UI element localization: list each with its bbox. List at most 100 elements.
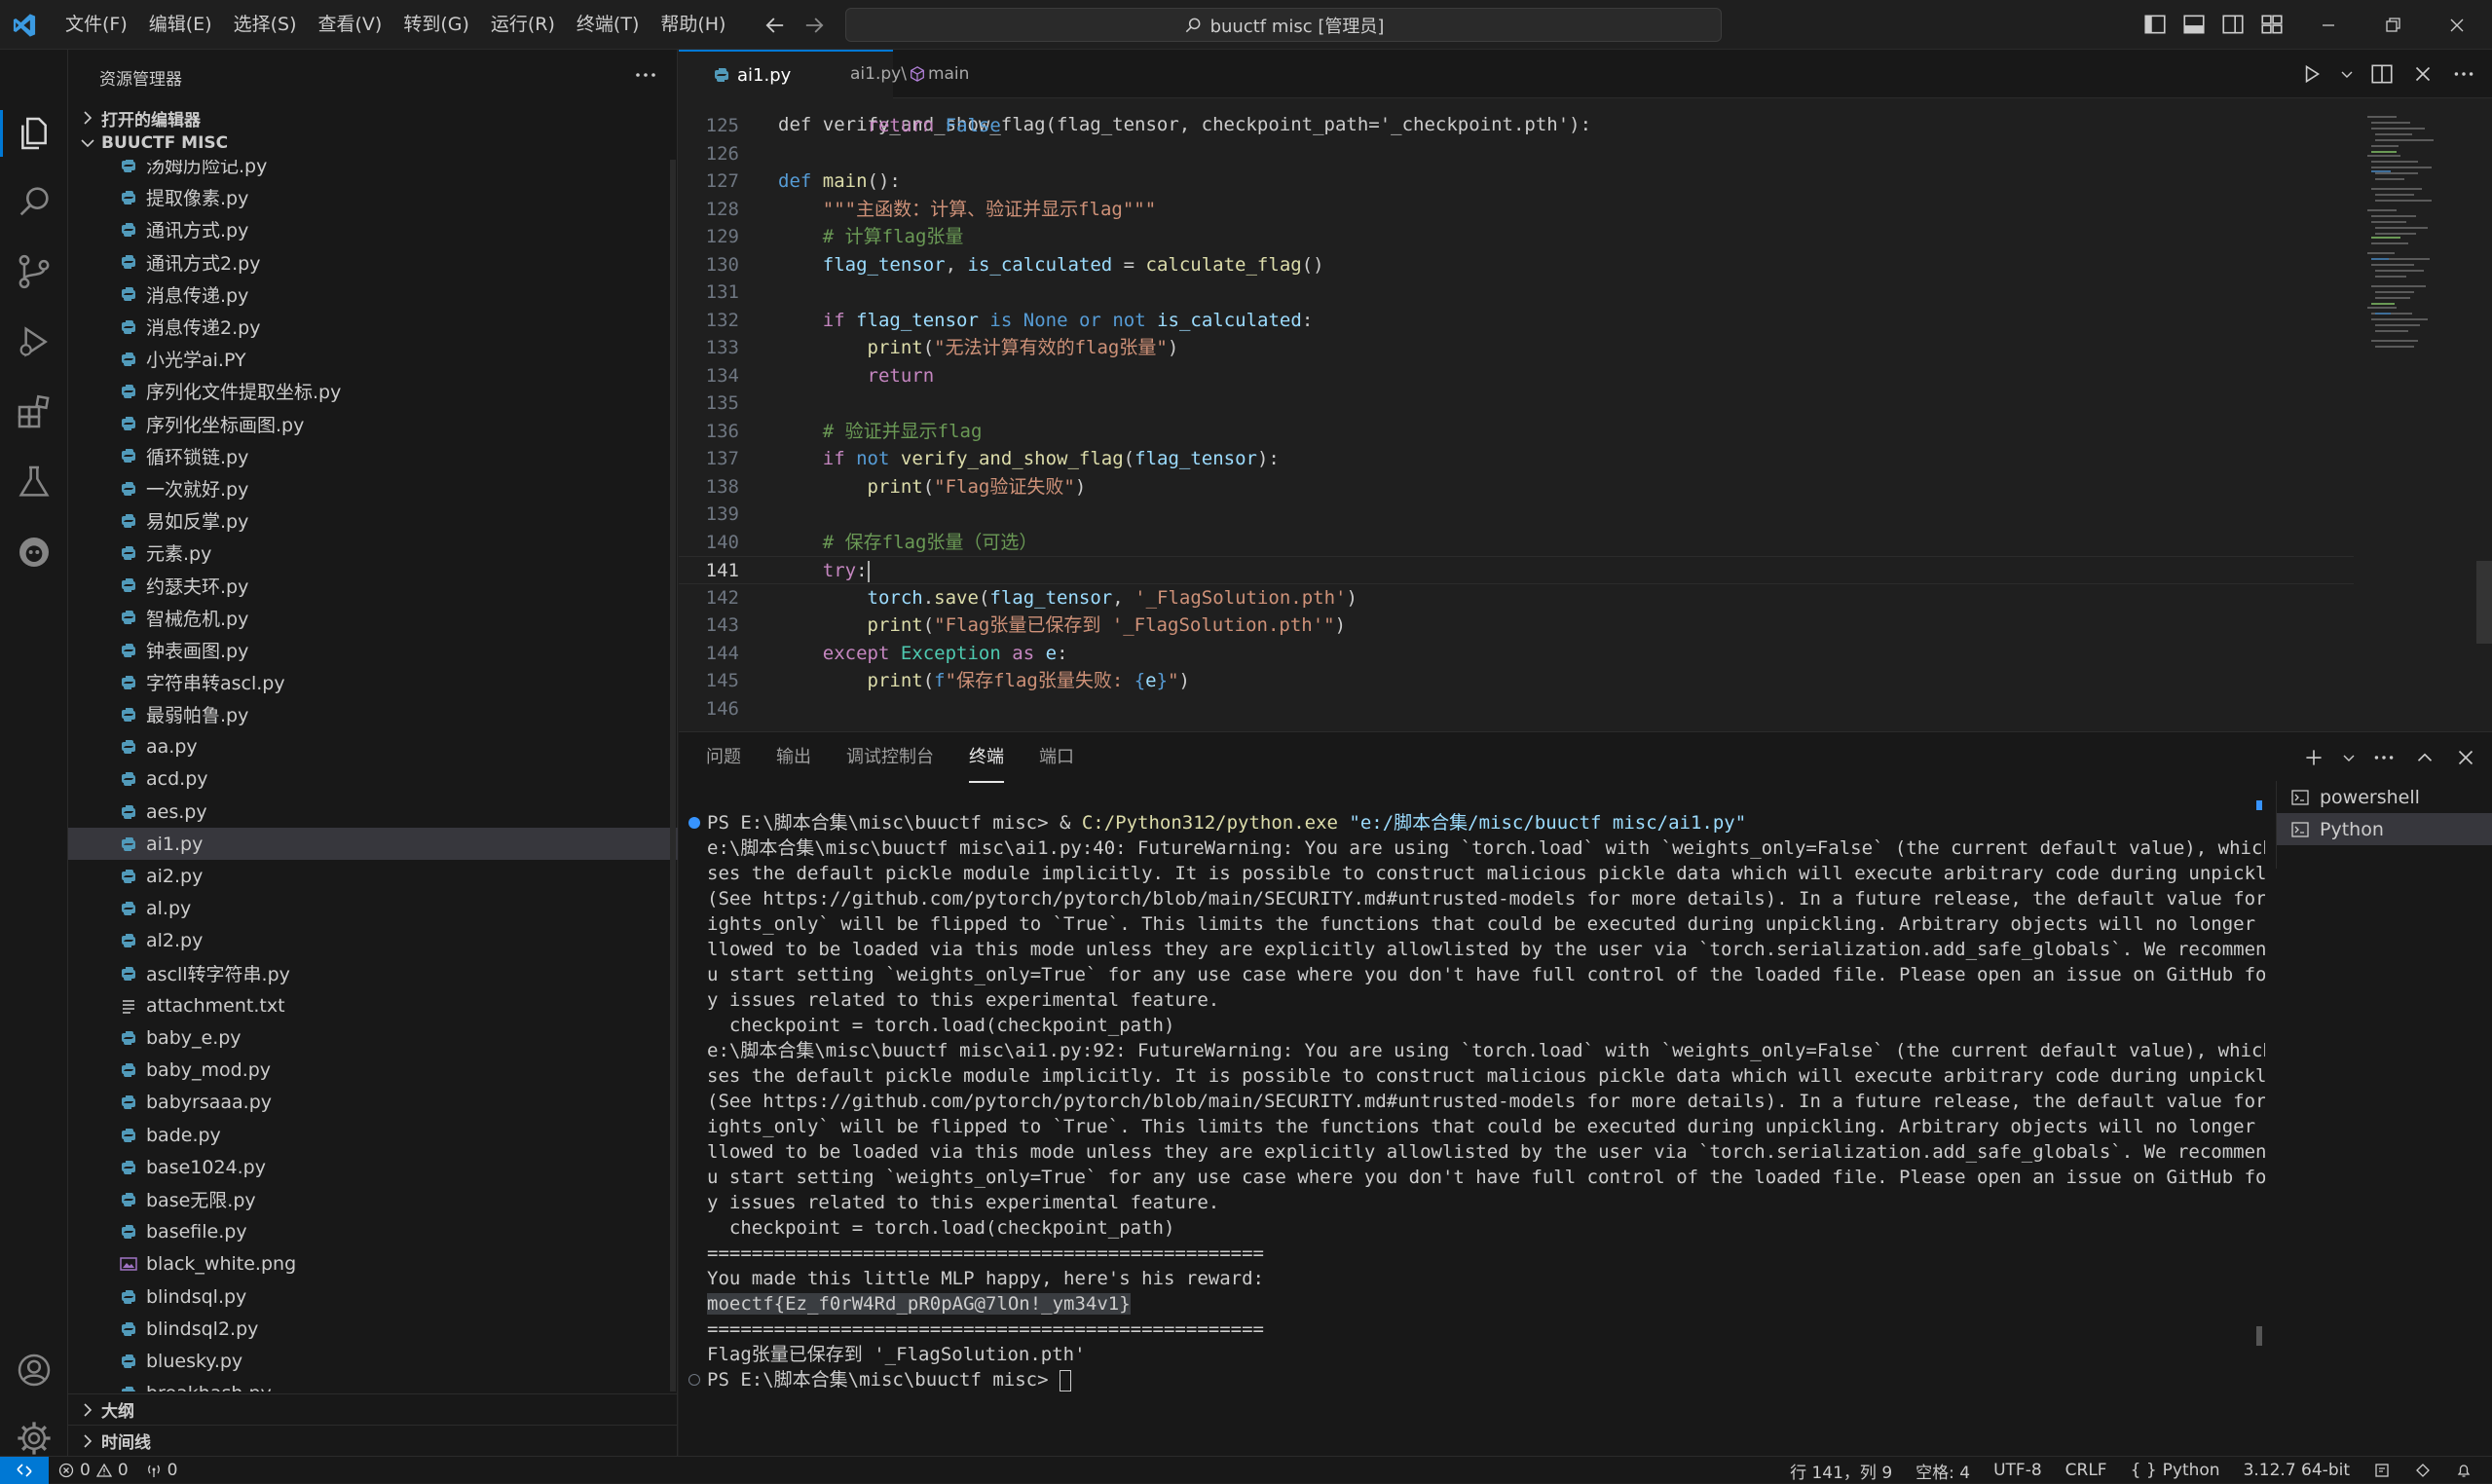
ports-status[interactable]: 0 <box>146 1461 177 1480</box>
file-item[interactable]: 消息传递2.py <box>68 311 678 343</box>
toggle-primary-sidebar-icon[interactable] <box>2142 12 2168 37</box>
file-item[interactable]: aes.py <box>68 796 678 828</box>
split-editor-icon[interactable] <box>2369 61 2395 87</box>
panel-tab[interactable]: 调试控制台 <box>846 732 934 783</box>
end-of-line[interactable]: CRLF <box>2065 1461 2107 1480</box>
sidebar-scrollbar[interactable] <box>668 160 678 1391</box>
code-editor[interactable]: def verify_and_show_flag(flag_tensor, ch… <box>679 98 2492 731</box>
breadcrumb-file[interactable]: ai1.py <box>850 64 901 84</box>
panel-tab[interactable]: 输出 <box>776 732 811 783</box>
file-item[interactable]: breakhash.py <box>68 1378 678 1391</box>
new-terminal-icon[interactable] <box>2301 745 2326 770</box>
menu-item[interactable]: 文件(F) <box>55 0 138 50</box>
back-arrow-icon[interactable] <box>762 12 789 39</box>
file-item[interactable]: 序列化坐标画图.py <box>68 408 678 440</box>
file-item[interactable]: 循环锁链.py <box>68 440 678 472</box>
folder-section[interactable]: BUUCTF MISC <box>68 128 678 159</box>
terminal-scrollbar[interactable] <box>2256 800 2262 1346</box>
panel-tab[interactable]: 终端 <box>969 732 1004 783</box>
file-item[interactable]: 智械危机.py <box>68 602 678 634</box>
file-item[interactable]: base无限.py <box>68 1183 678 1215</box>
language-mode[interactable]: { } Python <box>2131 1461 2220 1480</box>
menu-item[interactable]: 终端(T) <box>566 0 650 50</box>
file-item[interactable]: blindsql2.py <box>68 1313 678 1345</box>
close-panel-icon[interactable] <box>2453 745 2478 770</box>
file-item[interactable]: ascll转字符串.py <box>68 957 678 989</box>
feedback-icon[interactable] <box>2414 1462 2432 1479</box>
customize-layout-icon[interactable] <box>2259 12 2285 37</box>
file-item[interactable]: al2.py <box>68 925 678 957</box>
accounts-icon[interactable] <box>15 1351 54 1390</box>
file-item[interactable]: 最弱帕鲁.py <box>68 698 678 730</box>
file-item[interactable]: blindsql.py <box>68 1280 678 1313</box>
encoding[interactable]: UTF-8 <box>1993 1461 2042 1480</box>
maximize-panel-icon[interactable] <box>2412 745 2437 770</box>
menu-item[interactable]: 帮助(H) <box>650 0 736 50</box>
file-item[interactable]: baby_mod.py <box>68 1055 678 1087</box>
file-item[interactable]: 易如反掌.py <box>68 504 678 537</box>
file-item[interactable]: aa.py <box>68 731 678 763</box>
chevron-down-icon[interactable] <box>2342 745 2356 770</box>
toggle-panel-icon[interactable] <box>2181 12 2207 37</box>
file-item[interactable]: 小光学ai.PY <box>68 343 678 375</box>
terminal-instance[interactable]: powershell <box>2277 781 2492 813</box>
file-item[interactable]: black_white.png <box>68 1248 678 1280</box>
testing-flask-icon[interactable] <box>15 463 54 501</box>
source-control-icon[interactable] <box>15 252 54 291</box>
settings-gear-icon[interactable] <box>15 1419 54 1458</box>
more-actions-icon[interactable] <box>2371 745 2397 770</box>
github-copilot-icon[interactable] <box>15 533 54 572</box>
file-item[interactable]: basefile.py <box>68 1216 678 1248</box>
more-actions-icon[interactable] <box>631 63 660 87</box>
file-item[interactable]: 元素.py <box>68 537 678 569</box>
panel-tab[interactable]: 问题 <box>706 732 741 783</box>
file-item[interactable]: al.py <box>68 893 678 925</box>
problems-status[interactable]: 0 0 <box>58 1461 129 1480</box>
python-interpreter[interactable]: 3.12.7 64-bit <box>2244 1461 2350 1480</box>
copilot-status-icon[interactable] <box>2373 1462 2391 1479</box>
file-item[interactable]: 通讯方式2.py <box>68 246 678 278</box>
file-item[interactable]: acd.py <box>68 763 678 796</box>
extensions-icon[interactable] <box>15 392 54 431</box>
more-actions-icon[interactable] <box>2451 61 2476 87</box>
file-item[interactable]: 序列化文件提取坐标.py <box>68 375 678 407</box>
file-item[interactable]: 通讯方式.py <box>68 213 678 245</box>
file-item[interactable]: 消息传递.py <box>68 278 678 311</box>
run-python-file-icon[interactable] <box>2299 61 2325 87</box>
file-item[interactable]: baby_e.py <box>68 1021 678 1054</box>
panel-tab[interactable]: 端口 <box>1039 732 1074 783</box>
menu-item[interactable]: 编辑(E) <box>138 0 223 50</box>
minimize-button[interactable] <box>2296 0 2361 50</box>
file-item[interactable]: 汤姆历险记.py <box>68 160 678 181</box>
file-item[interactable]: 提取像素.py <box>68 181 678 213</box>
file-item[interactable]: ai2.py <box>68 860 678 892</box>
menu-item[interactable]: 查看(V) <box>308 0 393 50</box>
file-item[interactable]: 一次就好.py <box>68 472 678 504</box>
cursor-position[interactable]: 行 141，列 9 <box>1790 1459 1892 1483</box>
file-item[interactable]: bade.py <box>68 1119 678 1151</box>
chevron-down-icon[interactable] <box>2340 61 2354 87</box>
explorer-icon[interactable] <box>15 114 54 153</box>
indentation[interactable]: 空格: 4 <box>1915 1459 1970 1483</box>
terminal-instance[interactable]: Python <box>2277 813 2492 845</box>
file-item[interactable]: babyrsaaa.py <box>68 1087 678 1119</box>
timeline-section[interactable]: 时间线 <box>68 1425 678 1456</box>
command-decoration-dot[interactable] <box>688 1374 700 1386</box>
remote-indicator-button[interactable] <box>0 1457 49 1484</box>
command-decoration-dot[interactable] <box>688 817 700 829</box>
menu-item[interactable]: 转到(G) <box>392 0 480 50</box>
file-item[interactable]: bluesky.py <box>68 1345 678 1377</box>
terminal-output[interactable]: PS E:\脚本合集\misc\buuctf misc> & C:/Python… <box>679 800 2268 1463</box>
file-item[interactable]: 字符串转ascl.py <box>68 666 678 698</box>
forward-arrow-icon[interactable] <box>800 12 828 39</box>
file-item[interactable]: base1024.py <box>68 1151 678 1183</box>
file-item[interactable]: 约瑟夫环.py <box>68 570 678 602</box>
toggle-secondary-sidebar-icon[interactable] <box>2220 12 2246 37</box>
menu-item[interactable]: 运行(R) <box>480 0 566 50</box>
restore-button[interactable] <box>2361 0 2425 50</box>
outline-section[interactable]: 大纲 <box>68 1393 678 1425</box>
file-item[interactable]: 钟表画图.py <box>68 634 678 666</box>
editor-scrollbar[interactable] <box>2476 561 2492 644</box>
minimap[interactable] <box>2362 112 2459 521</box>
command-center-search[interactable]: buuctf misc [管理员] <box>845 8 1722 42</box>
